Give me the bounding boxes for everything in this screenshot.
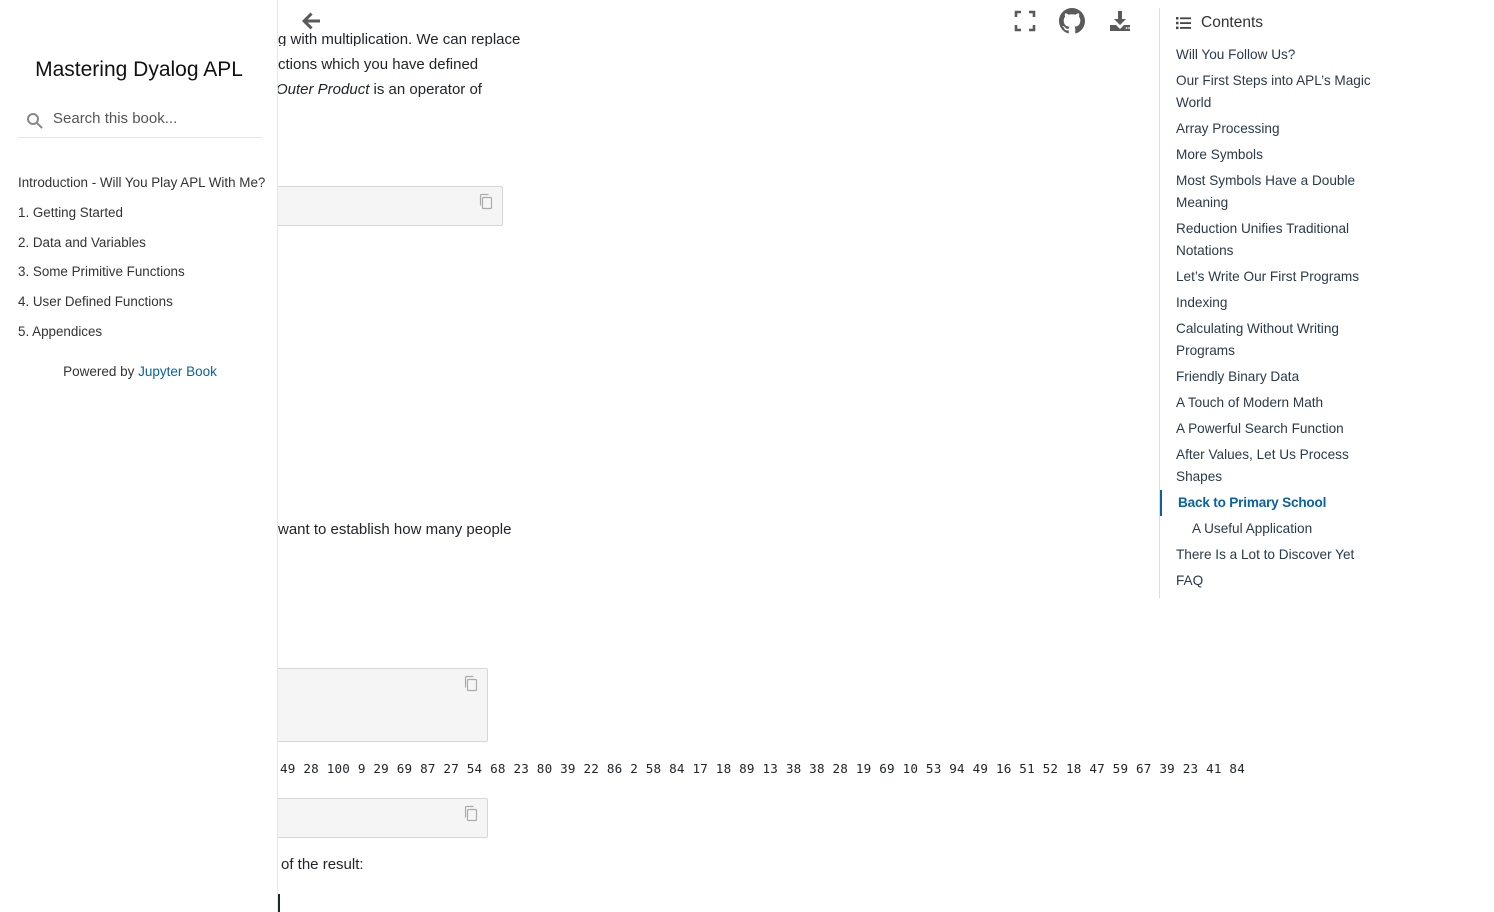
code-cell[interactable]: [270, 668, 488, 742]
toc-item[interactable]: A Useful Application: [1176, 518, 1376, 540]
sidebar-item[interactable]: 2. Data and Variables: [18, 231, 265, 261]
toc-item[interactable]: Will You Follow Us?: [1176, 44, 1376, 66]
paragraph-text: is an operator of: [369, 81, 482, 98]
toc-item[interactable]: There Is a Lot to Discover Yet: [1176, 544, 1376, 566]
toc-item[interactable]: Friendly Binary Data: [1176, 366, 1376, 388]
sidebar-item[interactable]: 3. Some Primitive Functions: [18, 260, 265, 290]
powered-by-text: Powered by: [63, 364, 139, 379]
paragraph-text: Outer Product is an operator of: [276, 80, 482, 100]
toc-item[interactable]: Reduction Unifies Traditional Notations: [1176, 218, 1376, 262]
toc-item[interactable]: Our First Steps into APL’s Magic World: [1176, 70, 1376, 114]
code-cell[interactable]: [270, 798, 488, 838]
book-title[interactable]: Mastering Dyalog APL: [0, 58, 278, 82]
toc-item[interactable]: A Touch of Modern Math: [1176, 392, 1376, 414]
toc-item[interactable]: A Powerful Search Function: [1176, 418, 1376, 440]
sidebar-item[interactable]: 4. User Defined Functions: [18, 290, 265, 320]
paragraph-text: of the result:: [281, 856, 364, 873]
sidebar-nav: Introduction - Will You Play APL With Me…: [18, 171, 265, 350]
search-box[interactable]: [18, 105, 262, 138]
toc-item[interactable]: Array Processing: [1176, 118, 1376, 140]
page-toc: Contents Will You Follow Us? Our First St…: [1159, 8, 1380, 598]
toc-list: Will You Follow Us? Our First Steps into …: [1160, 44, 1376, 596]
toc-item[interactable]: More Symbols: [1176, 144, 1376, 166]
search-icon: [27, 113, 43, 129]
fullscreen-icon[interactable]: [1012, 8, 1038, 34]
toc-heading-label: Contents: [1201, 14, 1264, 31]
italic-term: Outer Product: [276, 81, 370, 98]
code-cell[interactable]: [270, 186, 503, 226]
copy-icon[interactable]: [463, 805, 479, 823]
download-icon[interactable]: [1107, 8, 1133, 34]
copy-icon[interactable]: [478, 193, 494, 211]
toc-item[interactable]: Most Symbols Have a Double Meaning: [1176, 170, 1376, 214]
toc-item[interactable]: After Values, Let Us Process Shapes: [1176, 444, 1376, 488]
code-output: 49 28 100 9 29 69 87 27 54 68 23 80 39 2…: [280, 761, 1245, 776]
paragraph-text: want to establish how many people: [278, 521, 512, 538]
paragraph-text: ctions which you have defined: [278, 56, 479, 73]
sidebar: Mastering Dyalog APL Introduction - Will…: [0, 0, 278, 912]
toc-item[interactable]: Indexing: [1176, 292, 1376, 314]
copy-icon[interactable]: [463, 675, 479, 693]
toc-item[interactable]: Back to Primary School: [1160, 490, 1376, 516]
powered-by: Powered by Jupyter Book: [0, 364, 280, 379]
text-cursor: [278, 894, 280, 912]
sidebar-item[interactable]: Introduction - Will You Play APL With Me…: [18, 171, 265, 201]
arrow-left-icon[interactable]: [298, 8, 324, 34]
list-icon: [1176, 17, 1191, 30]
sidebar-item[interactable]: 1. Getting Started: [18, 201, 265, 231]
search-input[interactable]: [51, 109, 255, 128]
jupyter-book-link[interactable]: Jupyter Book: [138, 364, 217, 379]
toc-item[interactable]: Let’s Write Our First Programs: [1176, 266, 1376, 288]
toc-item[interactable]: Calculating Without Writing Programs: [1176, 318, 1376, 362]
toc-item[interactable]: FAQ: [1176, 570, 1376, 592]
sidebar-item[interactable]: 5. Appendices: [18, 320, 265, 350]
github-icon[interactable]: [1059, 8, 1085, 34]
